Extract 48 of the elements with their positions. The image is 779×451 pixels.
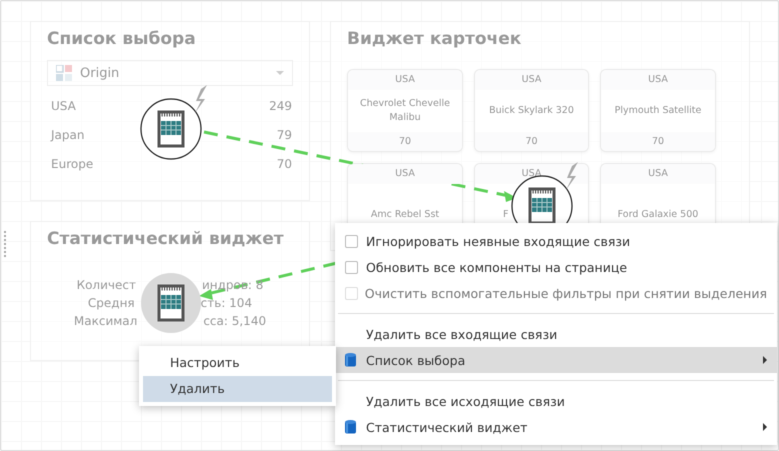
list-label: Japan — [51, 127, 84, 144]
widget-node-icon[interactable] — [140, 98, 202, 160]
menu-item[interactable]: Обновить все компоненты на странице — [335, 254, 777, 280]
card-title: Chevrolet Chevelle Malibu — [359, 97, 451, 125]
card-title: Buick Skylark 320 — [489, 104, 574, 118]
card-header: USA — [475, 70, 588, 90]
stat-text: Средня — [88, 295, 135, 312]
card-footer: 70 — [348, 132, 462, 151]
stat-text: сть: 104 — [200, 295, 252, 312]
widget-title: Список выбора — [47, 28, 197, 50]
menu-item[interactable]: Удалить — [143, 376, 332, 402]
card-footer: 70 — [601, 132, 715, 151]
lightning-icon — [195, 85, 207, 113]
widget-node-icon[interactable] — [141, 273, 201, 333]
card-title: F — [503, 208, 508, 222]
card-header: USA — [348, 164, 462, 184]
submenu-arrow-icon — [763, 356, 767, 364]
menu-item[interactable]: Удалить все входящие связи — [335, 321, 777, 347]
grid-icon — [56, 65, 72, 81]
resize-handle[interactable] — [4, 231, 8, 257]
lightning-icon — [566, 162, 578, 190]
stat-text: сса: 5,140 — [203, 313, 266, 330]
card-title: Amc Rebel Sst — [370, 208, 440, 222]
menu-item[interactable]: Статистический виджет — [335, 414, 777, 440]
submenu-arrow-icon — [763, 423, 767, 431]
checkbox[interactable] — [345, 234, 358, 248]
list-count: 249 — [269, 98, 292, 115]
stat-text: Количест — [76, 277, 136, 294]
list-count: 70 — [276, 156, 292, 173]
menu-item[interactable]: Настроить — [143, 350, 332, 376]
widget-title: Виджет карточек — [347, 28, 522, 50]
caret-icon — [276, 71, 284, 75]
list-label: USA — [51, 98, 76, 115]
list-label: Europe — [51, 156, 94, 173]
menu-item[interactable]: Список выбора — [335, 347, 777, 373]
checkbox[interactable] — [345, 260, 358, 274]
card-footer: 70 — [475, 132, 588, 151]
cylinder-icon — [345, 352, 356, 368]
card-title: Ford Galaxie 500 — [618, 208, 698, 222]
card-header: USA — [601, 164, 715, 184]
menu-item[interactable]: Удалить все исходящие связи — [335, 388, 777, 414]
card-header: USA — [601, 70, 715, 90]
widget-title: Статистический виджет — [47, 228, 285, 250]
card-title: Plymouth Satellite — [614, 104, 702, 118]
stat-text: Максимал — [74, 313, 138, 330]
list-count: 79 — [276, 127, 292, 144]
card-header: USA — [348, 70, 462, 90]
cylinder-icon — [345, 420, 356, 434]
